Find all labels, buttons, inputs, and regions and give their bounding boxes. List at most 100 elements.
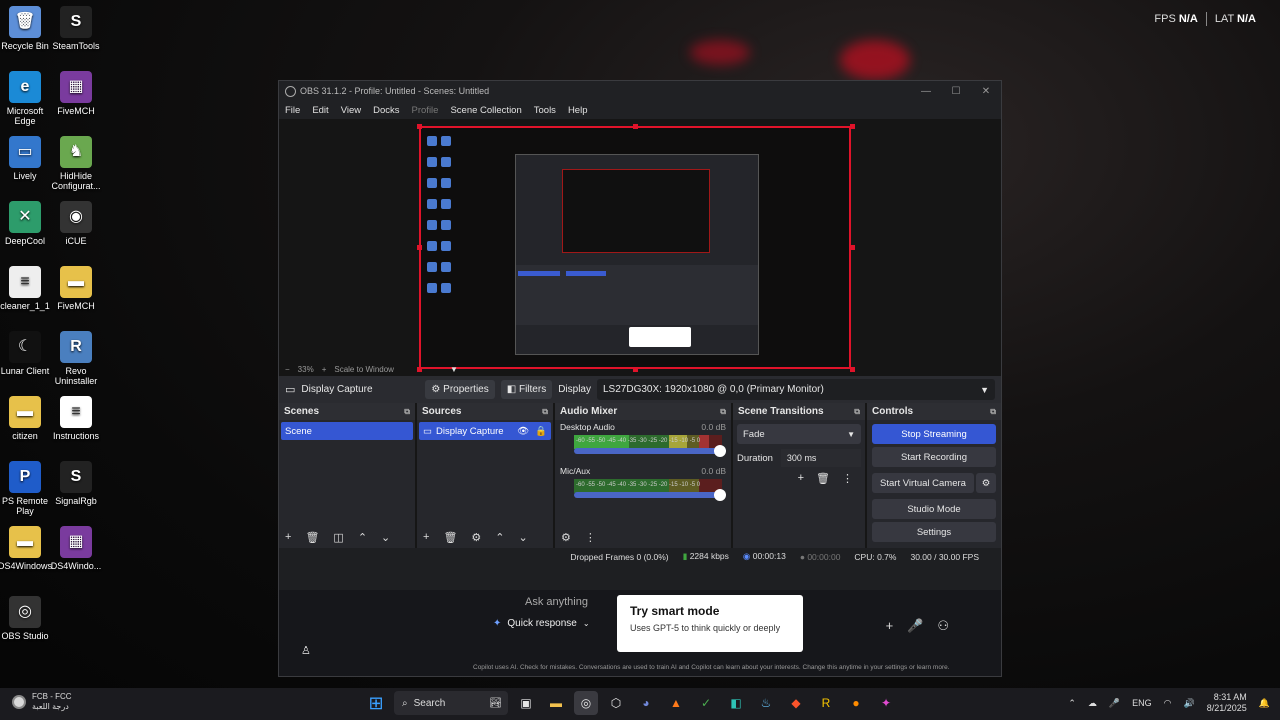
desktop-icon[interactable]: S SignalRgb [46, 461, 106, 506]
settings-button[interactable]: Settings [872, 522, 996, 542]
clock[interactable]: 8:31 AM 8/21/2025 [1207, 692, 1247, 714]
move-down-icon[interactable]: ⌄ [519, 531, 528, 544]
menu-tools[interactable]: Tools [528, 105, 562, 116]
obs-taskbar-icon[interactable]: ◎ [574, 691, 598, 715]
resize-handle[interactable] [850, 124, 855, 129]
task-view-icon[interactable]: ▣ [514, 691, 538, 715]
desktop-icon[interactable]: R Revo Uninstaller [46, 331, 106, 386]
menu-docks[interactable]: Docks [367, 105, 405, 116]
more-icon[interactable]: ⋮ [585, 531, 596, 544]
gear-icon[interactable]: ⚙ [976, 473, 996, 493]
eye-icon[interactable]: 👁 [517, 426, 529, 437]
resize-handle[interactable] [417, 124, 422, 129]
taskbar-search[interactable]: ⌕ Search 🏞 [394, 691, 508, 715]
scene-item[interactable]: Scene [281, 422, 413, 440]
smart-mode-popup[interactable]: Try smart mode Uses GPT-5 to think quick… [617, 595, 803, 652]
undock-icon[interactable]: ⧉ [854, 407, 860, 417]
desktop-icon[interactable]: ♞ HidHide Configurat... [46, 136, 106, 191]
add-icon[interactable]: + [423, 531, 429, 543]
trash-icon[interactable]: 🗑 [443, 531, 457, 544]
preview-canvas[interactable] [419, 126, 851, 369]
mic-icon[interactable]: 🎤 [907, 618, 923, 634]
copilot-icon[interactable]: ✦ [874, 691, 898, 715]
zoom-out-button[interactable]: − [285, 365, 290, 374]
volume-slider[interactable] [574, 445, 726, 457]
desktop-icon[interactable]: ▦ DS4Windo... [46, 526, 106, 571]
close-button[interactable]: ✕ [971, 86, 1001, 97]
desktop-icon[interactable]: ◎ OBS Studio [0, 596, 55, 641]
menu-profile[interactable]: Profile [406, 105, 445, 116]
trash-icon[interactable]: 🗑 [816, 472, 830, 485]
gear-icon[interactable]: ⚙ [471, 531, 481, 544]
brave-icon[interactable]: ◆ [784, 691, 808, 715]
app-icon[interactable]: ▲ [664, 691, 688, 715]
cloud-icon[interactable]: ☁ [1088, 698, 1097, 709]
desktop-icon[interactable]: ≡ Instructions [46, 396, 106, 441]
windows-start-icon[interactable]: ⊞ [364, 691, 388, 715]
volume-icon[interactable]: 🔊 [1184, 698, 1195, 709]
transition-select[interactable]: Fade ▼ [737, 424, 861, 444]
properties-button[interactable]: ⚙ Properties [425, 380, 495, 399]
chevron-down-icon[interactable]: ▼ [450, 365, 458, 374]
user-icon[interactable]: ♙ [301, 644, 311, 657]
language-indicator[interactable]: ENG [1132, 698, 1152, 708]
ask-input[interactable]: Ask anything [525, 596, 588, 608]
scale-to-window[interactable]: Scale to Window [334, 365, 394, 374]
title-bar[interactable]: OBS 31.1.2 - Profile: Untitled - Scenes:… [279, 81, 1001, 101]
undock-icon[interactable]: ⧉ [720, 407, 726, 417]
mic-icon[interactable]: 🎤 [1109, 698, 1120, 709]
discord-icon[interactable]: ◕ [634, 691, 658, 715]
resize-handle[interactable] [417, 245, 422, 250]
duration-input[interactable]: 300 ms [780, 449, 861, 467]
volume-slider[interactable] [574, 489, 726, 501]
studio-mode-button[interactable]: Studio Mode [872, 499, 996, 519]
chevron-up-icon[interactable]: ⌃ [1068, 698, 1076, 709]
more-icon[interactable]: ⋮ [842, 472, 853, 485]
start-recording-button[interactable]: Start Recording [872, 447, 996, 467]
source-item[interactable]: ▭ Display Capture 👁 🔒 [419, 422, 551, 440]
quick-response-select[interactable]: ✦ Quick response ⌄ [493, 618, 590, 629]
file-explorer-icon[interactable]: ▬ [544, 691, 568, 715]
app-icon[interactable]: ✓ [694, 691, 718, 715]
undock-icon[interactable]: ⧉ [542, 407, 548, 417]
menu-help[interactable]: Help [562, 105, 594, 116]
wifi-icon[interactable]: ◠ [1164, 698, 1172, 709]
resize-handle[interactable] [850, 245, 855, 250]
desktop-icon[interactable]: ▬ FiveMCH [46, 266, 106, 311]
move-up-icon[interactable]: ⌃ [358, 531, 367, 544]
undock-icon[interactable]: ⧉ [404, 407, 410, 417]
steam-icon[interactable]: ♨ [754, 691, 778, 715]
app-icon[interactable]: ◧ [724, 691, 748, 715]
trash-icon[interactable]: 🗑 [305, 531, 319, 544]
gear-icon[interactable]: ⚙ [561, 531, 571, 544]
stop-streaming-button[interactable]: Stop Streaming [872, 424, 996, 444]
filter-icon[interactable]: ◫ [333, 531, 343, 544]
add-icon[interactable]: + [886, 618, 894, 634]
display-select[interactable]: LS27DG30X: 1920x1080 @ 0,0 (Primary Moni… [597, 379, 995, 400]
start-virtual-camera-button[interactable]: Start Virtual Camera [872, 473, 974, 493]
desktop-icon[interactable]: ▦ FiveMCH [46, 71, 106, 116]
weather-widget[interactable]: FCB - FCC درجة اللعبة [12, 692, 72, 712]
add-icon[interactable]: + [285, 531, 291, 543]
app-icon[interactable]: ● [844, 691, 868, 715]
desktop-icon[interactable]: S SteamTools [46, 6, 106, 51]
maximize-button[interactable]: ☐ [941, 86, 971, 97]
filters-button[interactable]: ◧ Filters [500, 380, 553, 399]
menu-view[interactable]: View [335, 105, 367, 116]
move-up-icon[interactable]: ⌃ [495, 531, 504, 544]
lock-icon[interactable]: 🔒 [535, 426, 547, 437]
menu-scene-collection[interactable]: Scene Collection [444, 105, 527, 116]
notification-bell-icon[interactable]: 🔔 [1259, 698, 1270, 709]
move-down-icon[interactable]: ⌄ [381, 531, 390, 544]
obs-window[interactable]: OBS 31.1.2 - Profile: Untitled - Scenes:… [278, 80, 1002, 677]
menu-edit[interactable]: Edit [306, 105, 334, 116]
undock-icon[interactable]: ⧉ [990, 407, 996, 417]
app-icon[interactable]: ⬡ [604, 691, 628, 715]
voice-icon[interactable]: ⚇ [937, 618, 949, 634]
minimize-button[interactable]: — [911, 86, 941, 97]
menu-file[interactable]: File [279, 105, 306, 116]
resize-handle[interactable] [633, 124, 638, 129]
app-icon[interactable]: R [814, 691, 838, 715]
zoom-in-button[interactable]: + [322, 365, 327, 374]
add-icon[interactable]: + [798, 472, 804, 485]
